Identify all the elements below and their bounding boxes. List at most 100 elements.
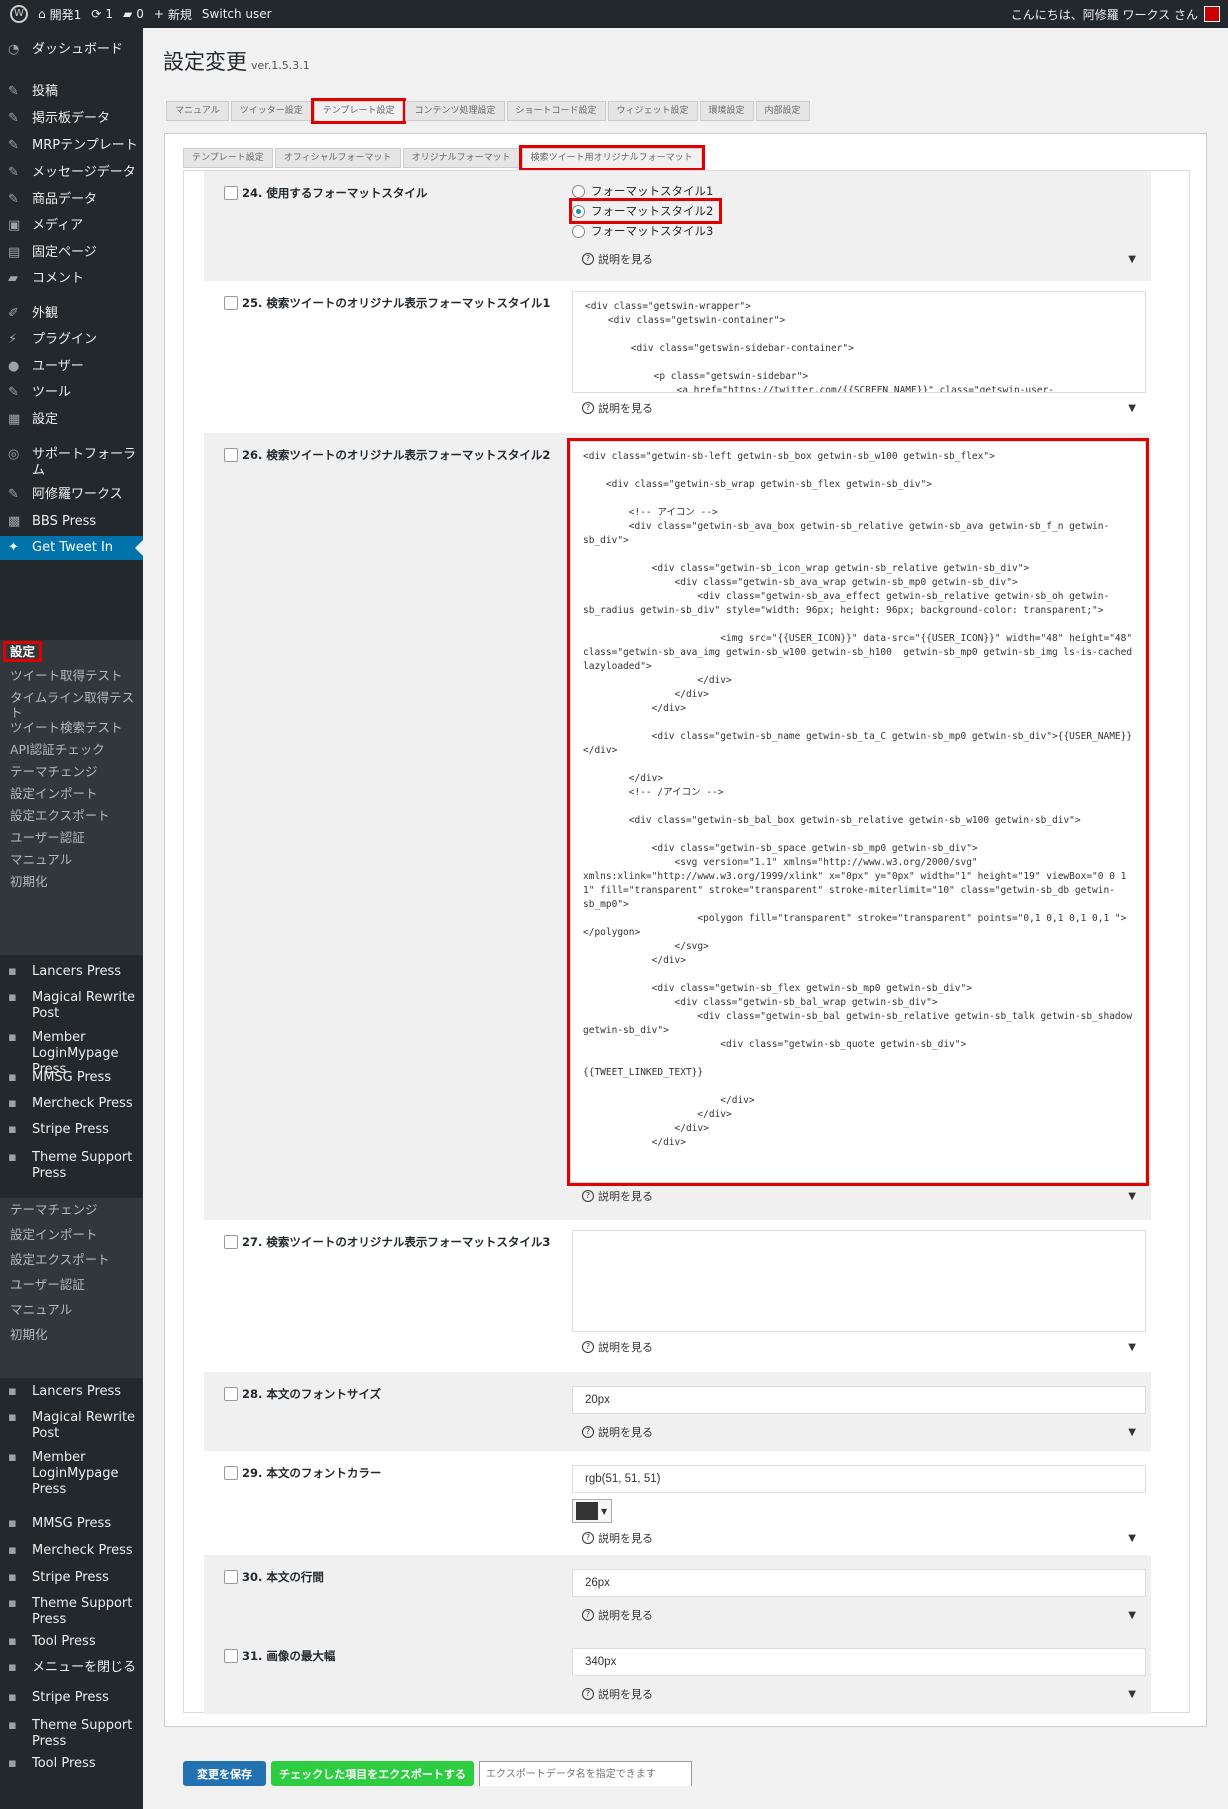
submenu-item[interactable]: テーマチェンジ — [0, 764, 143, 779]
menu-item[interactable]: ▰ コメント — [0, 267, 143, 291]
menu-item[interactable]: ▩ BBS Press — [0, 510, 143, 534]
row-checkbox[interactable] — [224, 1387, 238, 1401]
tab-1[interactable]: ツイッター設定 — [230, 101, 312, 121]
tab-2[interactable]: テンプレート設定 — [310, 98, 407, 124]
menu-item[interactable]: ▪ Theme Support Press — [0, 1146, 143, 1182]
site-name-link[interactable]: ⌂ 開発1 — [38, 6, 81, 23]
menu-item[interactable]: ▪ Magical Rewrite Post — [0, 1406, 143, 1442]
row-checkbox[interactable] — [224, 1466, 238, 1480]
wp-logo-menu[interactable]: W — [10, 5, 28, 23]
row-checkbox[interactable] — [224, 448, 238, 462]
menu-item[interactable]: ● ユーザー — [0, 355, 143, 379]
menu-item[interactable]: ✎ 掲示板データ — [0, 107, 143, 131]
submenu-item[interactable]: テーマチェンジ — [0, 1202, 143, 1217]
row-checkbox[interactable] — [224, 1570, 238, 1584]
subtab-2[interactable]: オリジナルフォーマット — [402, 148, 520, 168]
updates-link[interactable]: ⟳ 1 — [91, 7, 113, 21]
my-account[interactable]: こんにちは、阿修羅 ワークス さん — [1011, 0, 1220, 28]
menu-item[interactable]: ▪ Lancers Press — [0, 1380, 143, 1404]
new-content-link[interactable]: + 新規 — [154, 6, 192, 23]
subtab-1[interactable]: オフィシャルフォーマット — [274, 148, 401, 168]
menu-item[interactable]: ▪ Theme Support Press — [0, 1714, 143, 1750]
submenu-item[interactable]: ツイート検索テスト — [0, 720, 143, 735]
help-toggle[interactable]: 説明を見る — [598, 251, 653, 267]
tab-4[interactable]: ショートコード設定 — [506, 101, 606, 121]
menu-item[interactable]: ▪ MMSG Press — [0, 1512, 143, 1536]
menu-item[interactable]: ▪ Tool Press — [0, 1630, 143, 1654]
menu-item[interactable]: ▦ 設定 — [0, 408, 143, 432]
help-toggle[interactable]: 説明を見る — [598, 1188, 653, 1204]
submenu-item[interactable]: 設定エクスポート — [0, 808, 143, 823]
submenu-item[interactable]: 設定インポート — [0, 786, 143, 801]
save-button[interactable]: 変更を保存 — [183, 1761, 266, 1786]
format-style2-textarea[interactable]: <div class="getwin-sb-left getwin-sb_box… — [567, 438, 1149, 1186]
menu-item[interactable]: ▪ Mercheck Press — [0, 1539, 143, 1563]
format-style-radio-2[interactable]: フォーマットスタイル2 — [568, 198, 723, 224]
submenu-item[interactable]: ユーザー認証 — [0, 1277, 143, 1292]
image-max-width-field[interactable] — [572, 1648, 1146, 1676]
menu-item[interactable]: ▪ Stripe Press — [0, 1118, 143, 1142]
line-height-field[interactable] — [572, 1569, 1146, 1597]
row-checkbox[interactable] — [224, 1235, 238, 1249]
format-style-radio-3[interactable]: フォーマットスタイル3 — [572, 221, 719, 241]
menu-item[interactable]: ▣ メディア — [0, 214, 143, 238]
row-checkbox[interactable] — [224, 296, 238, 310]
submenu-item[interactable]: マニュアル — [0, 852, 143, 867]
submenu-item[interactable]: ユーザー認証 — [0, 830, 143, 845]
menu-item[interactable]: ✎ 阿修羅ワークス — [0, 483, 143, 507]
help-toggle[interactable]: 説明を見る — [598, 1607, 653, 1623]
line-height-input[interactable] — [573, 1570, 1145, 1596]
tab-6[interactable]: 環境設定 — [699, 101, 754, 121]
menu-item[interactable]: ▪ Theme Support Press — [0, 1592, 143, 1628]
export-name-input[interactable] — [480, 1763, 691, 1786]
submenu-item[interactable]: 初期化 — [0, 874, 143, 889]
menu-item[interactable]: ✎ メッセージデータ — [0, 161, 143, 185]
menu-item[interactable]: ✎ ツール — [0, 381, 143, 405]
menu-item[interactable]: ⚡ プラグイン — [0, 328, 143, 352]
menu-item[interactable]: ▪ Mercheck Press — [0, 1092, 143, 1116]
menu-item[interactable]: ✎ 投稿 — [0, 80, 143, 104]
submenu-item[interactable]: 初期化 — [0, 1327, 143, 1342]
color-picker-button[interactable]: ▼ — [572, 1499, 612, 1523]
tab-3[interactable]: コンテンツ処理設定 — [405, 101, 505, 121]
menu-item[interactable]: ✎ MRPテンプレート — [0, 134, 143, 158]
help-toggle[interactable]: 説明を見る — [598, 1530, 653, 1546]
row-checkbox[interactable] — [224, 186, 238, 200]
submenu-item[interactable]: API認証チェック — [0, 742, 143, 757]
switch-user-link[interactable]: Switch user — [202, 7, 272, 21]
submenu-item[interactable]: 設定 — [2, 641, 43, 662]
menu-item[interactable]: ✎ 商品データ — [0, 188, 143, 212]
submenu-item[interactable]: マニュアル — [0, 1302, 143, 1317]
menu-item[interactable]: ▪ Stripe Press — [0, 1566, 143, 1590]
submenu-item[interactable]: 設定インポート — [0, 1227, 143, 1242]
format-style-radio-1[interactable]: フォーマットスタイル1 — [572, 181, 719, 201]
tab-7[interactable]: 内部設定 — [755, 101, 810, 121]
menu-item[interactable]: ▪ メニューを閉じる — [0, 1656, 143, 1680]
tab-0[interactable]: マニュアル — [166, 101, 229, 121]
image-max-width-input[interactable] — [573, 1649, 1145, 1675]
menu-item[interactable]: ▪ Stripe Press — [0, 1686, 143, 1710]
menu-item[interactable]: ▪ Member LoginMypage Press — [0, 1446, 143, 1498]
menu-item[interactable]: ▪ Lancers Press — [0, 960, 143, 984]
menu-item[interactable]: ▪ Tool Press — [0, 1752, 143, 1776]
help-toggle[interactable]: 説明を見る — [598, 1686, 653, 1702]
subtab-3[interactable]: 検索ツイート用オリジナルフォーマット — [518, 145, 705, 171]
export-name-field[interactable] — [479, 1761, 692, 1786]
menu-item[interactable]: ✐ 外観 — [0, 302, 143, 326]
menu-item[interactable]: ◔ ダッシュボード — [0, 38, 143, 62]
submenu-item[interactable]: ツイート取得テスト — [0, 668, 143, 683]
help-toggle[interactable]: 説明を見る — [598, 1424, 653, 1440]
export-button[interactable]: チェックした項目をエクスポートする — [271, 1761, 474, 1786]
help-toggle[interactable]: 説明を見る — [598, 1339, 653, 1355]
submenu-item[interactable]: タイムライン取得テスト — [0, 690, 143, 720]
menu-item[interactable]: ▤ 固定ページ — [0, 241, 143, 265]
font-size-input[interactable] — [573, 1387, 1145, 1413]
comments-link[interactable]: ▰ 0 — [123, 7, 144, 21]
subtab-0[interactable]: テンプレート設定 — [183, 148, 273, 168]
format-style1-textarea[interactable]: <div class="getswin-wrapper"> <div class… — [572, 291, 1146, 393]
font-color-field[interactable] — [572, 1465, 1146, 1493]
tab-5[interactable]: ウィジェット設定 — [607, 101, 698, 121]
submenu-item[interactable]: 設定エクスポート — [0, 1252, 143, 1267]
menu-item[interactable]: ▪ MMSG Press — [0, 1066, 143, 1090]
font-size-field[interactable] — [572, 1386, 1146, 1414]
